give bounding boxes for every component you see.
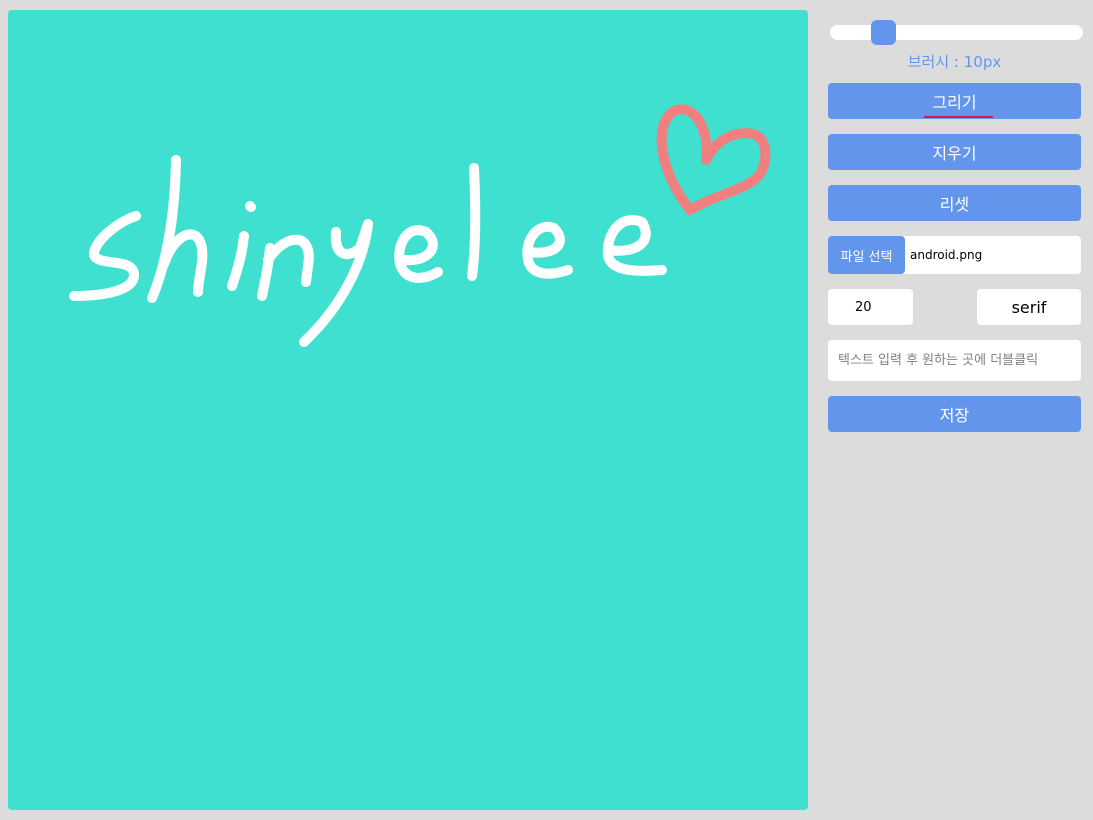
reset-button-label: 리셋	[939, 195, 970, 214]
slider-thumb[interactable]	[870, 20, 896, 45]
canvas-background	[8, 10, 808, 810]
reset-button[interactable]: 리셋	[828, 185, 1081, 221]
paint-app: 브러시 : 10px 그리기 지우기 리셋 파일 선택 android.png …	[0, 0, 1093, 820]
font-size-input[interactable]	[828, 289, 913, 325]
drawing-canvas[interactable]	[8, 10, 808, 810]
erase-button-label: 지우기	[932, 144, 977, 163]
font-family-select[interactable]: serif	[977, 289, 1081, 325]
draw-button[interactable]: 그리기	[828, 83, 1081, 119]
erase-button[interactable]: 지우기	[828, 134, 1081, 170]
stroke-i-dot	[245, 201, 256, 212]
canvas-drawing	[8, 10, 808, 810]
save-button[interactable]: 저장	[828, 396, 1081, 432]
selected-file-name: android.png	[910, 248, 983, 262]
stroke-l	[467, 163, 481, 281]
canvas-text-input[interactable]	[828, 340, 1081, 381]
file-input[interactable]: 파일 선택 android.png	[828, 236, 1081, 274]
brush-size-slider[interactable]	[830, 20, 1083, 45]
brush-size-label: 브러시 : 10px	[907, 53, 1002, 71]
draw-button-label: 그리기	[924, 89, 993, 118]
save-button-label: 저장	[939, 406, 970, 425]
choose-file-button[interactable]: 파일 선택	[828, 236, 905, 274]
